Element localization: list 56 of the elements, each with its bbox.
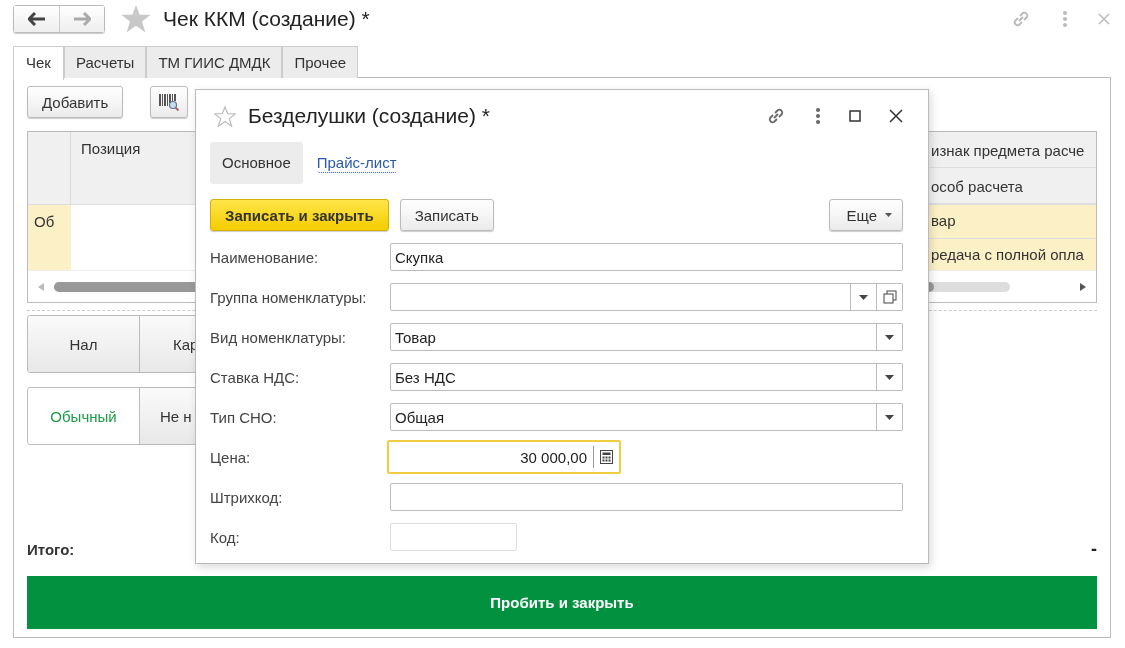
scroll-right-icon[interactable] — [1080, 282, 1086, 291]
field-label: Цена: — [210, 448, 252, 466]
save-and-close-button[interactable]: Записать и закрыть — [210, 199, 389, 231]
submit-button[interactable]: Пробить и закрыть — [27, 576, 1097, 629]
open-window-icon — [882, 290, 897, 304]
caret-icon — [885, 374, 894, 380]
field-label: Тип СНО: — [210, 408, 278, 426]
field-label: Код: — [210, 528, 241, 546]
caret-icon — [859, 294, 868, 300]
caret-icon — [885, 414, 894, 420]
back-arrow-icon — [27, 12, 46, 26]
caret-icon — [885, 213, 892, 217]
star-icon[interactable] — [214, 105, 236, 127]
header-cell — [28, 132, 71, 204]
tab[interactable]: Чек — [13, 46, 64, 80]
dialog-title: Безделушки (создание) * — [248, 104, 491, 128]
total-value: - — [1091, 538, 1097, 560]
column-header: изнак предмета расче — [929, 132, 1096, 168]
field-label: Вид номенклатуры: — [210, 328, 348, 346]
field-label: Ставка НДС: — [210, 368, 301, 386]
input-field[interactable] — [390, 523, 517, 551]
window-title: Чек ККМ (создание) * — [163, 7, 370, 31]
table-cell: редача с полной опла — [929, 238, 1096, 270]
calculator-icon[interactable] — [600, 450, 613, 464]
tab[interactable]: ТМ ГИИС ДМДК — [146, 46, 283, 78]
dropdown-field[interactable]: Без НДС — [390, 363, 903, 391]
tab[interactable]: Расчеты — [63, 46, 147, 78]
price-field[interactable]: 30 000,00 — [387, 440, 621, 474]
tab[interactable]: Основное — [210, 142, 303, 184]
barcode-search-button[interactable] — [150, 86, 189, 118]
input-field[interactable]: Скупка — [390, 243, 903, 271]
more-button[interactable]: Еще — [829, 199, 903, 231]
forward-arrow-icon — [73, 12, 91, 26]
field-label: Штрихкод: — [210, 488, 284, 506]
tab[interactable]: Прочее — [282, 46, 359, 78]
caret-icon — [885, 334, 894, 340]
dropdown-field[interactable]: Товар — [390, 323, 903, 351]
payment-button[interactable]: Нал — [28, 316, 139, 372]
barcode-icon — [158, 92, 181, 112]
table-cell: Об — [28, 204, 71, 270]
field-label: Наименование: — [210, 248, 320, 266]
field-label: Группа номенклатуры: — [210, 288, 368, 306]
save-button[interactable]: Записать — [399, 199, 494, 231]
input-field[interactable] — [390, 483, 903, 511]
back-button[interactable] — [14, 6, 59, 32]
close-icon[interactable] — [889, 109, 903, 123]
total-label: Итого: — [27, 540, 75, 558]
tab[interactable]: Прайс-лист — [316, 153, 397, 173]
column-header: особ расчета — [929, 168, 1096, 204]
maximize-icon[interactable] — [849, 110, 861, 122]
star-icon[interactable] — [121, 5, 151, 33]
table-cell: вар — [929, 204, 1096, 238]
more-icon[interactable] — [815, 107, 821, 125]
dropdown-field[interactable]: Общая — [390, 403, 903, 431]
add-button[interactable]: Добавить — [27, 86, 124, 118]
dropdown-field[interactable] — [390, 283, 903, 311]
